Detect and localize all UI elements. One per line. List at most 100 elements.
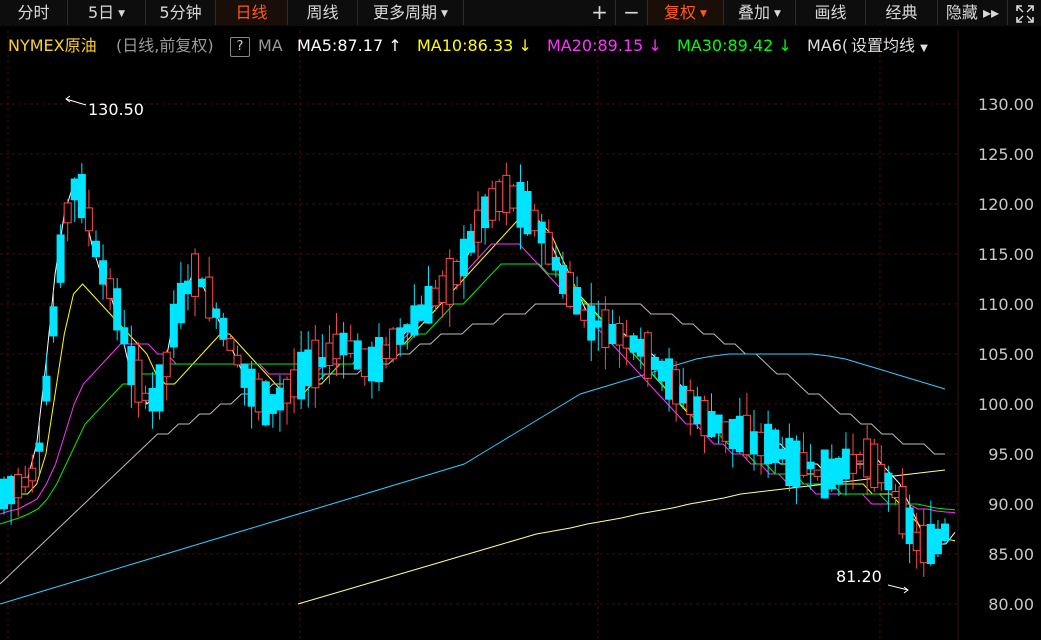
tab-5day[interactable]: 5日 ▼ (68, 0, 146, 25)
ma30-value: MA30:89.42 ↓ (677, 36, 792, 55)
candle-body (516, 181, 525, 228)
candle-body (183, 280, 192, 295)
help-icon[interactable]: ? (230, 37, 250, 57)
candle-body (84, 207, 93, 232)
candle-body (353, 340, 362, 370)
candle-body (778, 448, 787, 460)
candle-body (42, 375, 51, 402)
price-annotations: 130.50 81.20 (65, 95, 909, 594)
candle-body (318, 357, 327, 368)
candle-body (728, 418, 737, 450)
candle-body (120, 327, 129, 345)
candle-body (650, 356, 659, 370)
hide-button[interactable]: 隐藏 ▸▸ (938, 0, 1008, 25)
ma-settings-button[interactable]: 设置均线 ▼ (851, 34, 928, 58)
candle-body (148, 388, 157, 412)
candle-body (240, 363, 249, 388)
tab-5min[interactable]: 5分钟 (146, 0, 216, 25)
kline-chart[interactable]: 130.00 125.00 120.00 115.00 110.00 105.00 100.… (0, 0, 1041, 640)
candle-body (905, 507, 914, 545)
candle-body (226, 338, 235, 351)
axis-tick-label: 115.00 (978, 245, 1034, 264)
candle-body (544, 231, 553, 265)
candle-body (155, 364, 164, 412)
candle-body (714, 414, 723, 434)
candle-body (523, 191, 532, 235)
candle-body (566, 272, 575, 307)
candle-body (693, 396, 702, 425)
candle-body (863, 438, 872, 478)
candle-body (615, 323, 624, 346)
candle-body (601, 309, 610, 348)
overlay-dropdown[interactable]: 叠加 ▼ (724, 0, 796, 25)
dropdown-arrow-icon: ▼ (441, 9, 448, 19)
candle-body (438, 275, 447, 304)
candle-body (608, 323, 617, 345)
candle-body (813, 469, 822, 477)
candle-body (28, 467, 37, 482)
candle-body (926, 523, 935, 565)
candle-body (898, 485, 907, 535)
candle-body (700, 400, 709, 437)
candle-body (403, 324, 412, 333)
candle-body (360, 348, 369, 378)
candle-body (834, 457, 843, 485)
candle-body (841, 448, 850, 480)
draw-line-button[interactable]: 画线 (796, 0, 866, 25)
candle-body (35, 442, 44, 452)
candle-body (445, 257, 454, 305)
candle-body (636, 338, 645, 357)
candle-body (389, 328, 398, 360)
ma60-value: MA6( (807, 36, 849, 55)
expand-icon[interactable] (1008, 0, 1041, 25)
candle-body (77, 173, 86, 219)
candle-body (558, 265, 567, 294)
zoom-out-button[interactable]: − (616, 0, 648, 25)
candle-body (63, 202, 72, 224)
zoom-in-button[interactable]: + (584, 0, 616, 25)
ma5-value: MA5:87.17 ↑ (297, 36, 402, 55)
more-periods-dropdown[interactable]: 更多周期 ▼ (358, 0, 464, 25)
axis-tick-label: 105.00 (978, 345, 1034, 364)
candle-body (785, 437, 794, 487)
candle-body (191, 253, 200, 297)
axis-tick-label: 95.00 (988, 445, 1034, 464)
candle-body (56, 234, 65, 283)
candle-body (396, 327, 405, 345)
tab-weekly[interactable]: 周线 (288, 0, 358, 25)
tab-daily[interactable]: 日线 (216, 0, 288, 25)
candle-body (488, 188, 497, 221)
candle-body (49, 306, 58, 337)
dropdown-arrow-icon: ▼ (774, 9, 781, 19)
candle-body (721, 421, 730, 442)
candle-body (820, 449, 829, 499)
candle-body (113, 288, 122, 331)
candle-body (127, 345, 136, 386)
candle-body (912, 531, 921, 552)
candle-body (537, 221, 546, 244)
candle-body (254, 378, 263, 413)
candle-body (580, 309, 589, 321)
candle-body (587, 305, 596, 341)
candle-body (870, 443, 879, 489)
classic-button[interactable]: 经典 (866, 0, 938, 25)
ma-line (0, 213, 956, 542)
tab-intraday[interactable]: 分时 (0, 0, 68, 25)
candle-body (169, 303, 178, 348)
candle-body (346, 340, 355, 354)
candle-body (657, 360, 666, 382)
candle-body (275, 387, 284, 411)
candle-body (551, 257, 560, 271)
candle-body (573, 287, 582, 315)
candle-body (212, 308, 221, 318)
candle-body (594, 320, 603, 328)
ma20-value: MA20:89.15 ↓ (547, 36, 662, 55)
adjust-rights-dropdown[interactable]: 复权 ▼ (648, 0, 724, 25)
candle-body (198, 278, 207, 288)
candle-body (14, 474, 23, 499)
candle-body (410, 305, 419, 336)
candle-body (290, 369, 299, 398)
candle-body (325, 342, 334, 367)
candle-body (891, 490, 900, 499)
candle-body (261, 381, 270, 426)
